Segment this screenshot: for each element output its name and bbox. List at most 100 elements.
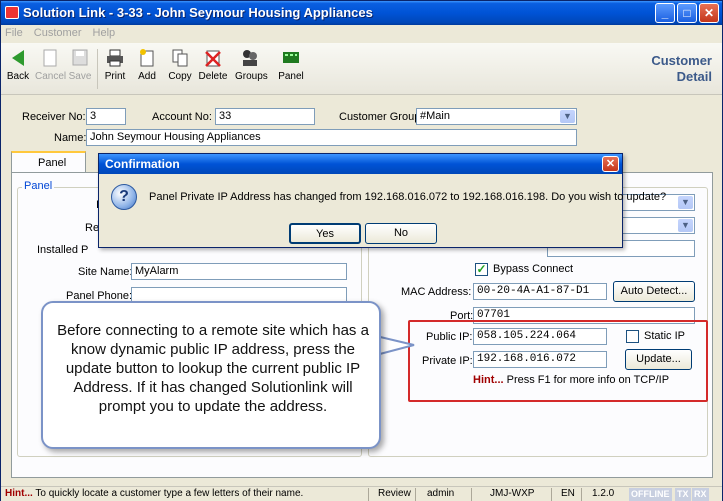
detail-title-line-1: Customer [651,53,712,68]
bypass-connect-checkbox[interactable]: ✓ [475,263,488,276]
customer-group-label: Customer Group: [339,111,424,123]
add-button[interactable]: Add [132,47,162,82]
status-offline-indicator: OFFLINE [629,488,672,501]
tcp-ip-hint-text: Press F1 for more info on TCP/IP [503,374,670,386]
menu-file[interactable]: File [1,25,27,41]
window-title: Solution Link - 3-33 - John Seymour Hous… [23,5,373,20]
dialog-title-bar[interactable]: Confirmation ✕ [99,154,622,174]
toolbar-separator [97,49,98,89]
status-machine: JMJ-WXP [490,488,535,499]
title-bar[interactable]: Solution Link - 3-33 - John Seymour Hous… [1,1,722,25]
callout-text: Before connecting to a remote site which… [57,322,369,415]
print-button[interactable]: Print [100,47,130,82]
back-button[interactable]: Back [3,47,33,82]
printer-icon [107,49,123,67]
no-button[interactable]: No [365,223,437,244]
status-separator [581,488,582,501]
question-icon: ? [111,184,137,210]
mac-address-label: MAC Address: [401,286,472,298]
tcp-ip-hint-bold: Hint... [473,374,504,386]
status-user: admin [427,488,455,499]
customer-group-value: #Main [420,110,450,122]
cancel-button[interactable]: Cancel [35,47,66,82]
add-document-icon [140,49,154,67]
chevron-down-icon[interactable]: ▼ [560,110,575,123]
status-bar: Hint... To quickly locate a customer typ… [1,486,722,501]
dialog-message: Panel Private IP Address has changed fro… [149,191,667,203]
delete-icon [205,50,221,67]
tab-panel-label: Panel [38,157,67,169]
status-version: 1.2.0 [592,488,615,499]
account-input[interactable]: 33 [215,108,315,125]
panel-group-label: Panel [22,180,55,192]
back-label: Back [6,71,30,82]
bypass-connect-label: Bypass Connect [493,263,574,275]
yes-button[interactable]: Yes [289,223,361,244]
app-icon [5,6,19,19]
name-input[interactable]: John Seymour Housing Appliances [86,129,577,146]
receiver-label: Receiver No: [22,111,86,123]
update-button[interactable]: Update... [625,349,692,370]
private-ip-input[interactable]: 192.168.016.072 [473,351,607,368]
dialog-title: Confirmation [105,157,180,171]
check-icon: ✓ [476,262,487,276]
public-ip-input[interactable]: 058.105.224.064 [473,328,607,345]
static-ip-label: Static IP [644,330,685,342]
site-name-input[interactable]: MyAlarm [131,263,347,280]
help-callout: Before connecting to a remote site which… [41,301,381,449]
menu-help[interactable]: Help [89,25,120,41]
tcp-ip-hint: Hint... Press F1 for more info on TCP/IP [473,374,669,386]
copy-button[interactable]: Copy [165,47,195,82]
status-hint-text: To quickly locate a customer type a few … [32,488,304,499]
status-rx-indicator: RX [692,488,709,501]
delete-button[interactable]: Delete [198,47,228,82]
status-separator [471,488,472,501]
groups-label: Groups [235,71,268,82]
confirmation-dialog: Confirmation ✕ ? Panel Private IP Addres… [98,153,666,248]
name-label: Name: [54,132,87,144]
toolbar: Back Cancel Save Print Add Copy Delete G… [1,43,722,95]
minimize-button[interactable]: _ [655,3,675,23]
mac-address-input[interactable]: 00-20-4A-A1-87-D1 [473,283,607,300]
tab-panel[interactable]: Panel [11,151,86,172]
panel-label: Panel [278,71,304,82]
copy-icon [172,49,188,67]
chevron-down-icon[interactable]: ▼ [678,219,693,232]
maximize-button[interactable]: □ [677,3,697,23]
customer-group-select[interactable]: #Main ▼ [416,108,577,125]
chevron-down-icon[interactable]: ▼ [678,196,693,209]
app-window: Solution Link - 3-33 - John Seymour Hous… [0,0,723,501]
save-label: Save [68,71,92,82]
status-hint: Hint... To quickly locate a customer typ… [5,488,303,501]
back-arrow-icon [12,50,24,66]
panel-partial-label-3: Installed P [37,244,89,256]
receiver-input[interactable]: 3 [86,108,126,125]
copy-label: Copy [168,71,192,82]
public-ip-label: Public IP: [426,331,473,343]
detail-title-line-2: Detail [676,69,712,84]
print-label: Print [104,71,126,82]
callout-pointer [376,334,415,357]
panel-partial-label-2: Re [85,222,100,234]
dialog-close-icon[interactable]: ✕ [602,156,619,172]
status-separator [551,488,552,501]
groups-button[interactable]: Groups [235,47,268,82]
static-ip-checkbox[interactable] [626,330,639,343]
add-label: Add [138,71,156,82]
status-tx-indicator: TX [675,488,691,501]
save-button[interactable]: Save [65,47,95,82]
site-name-label: Site Name: [78,266,133,278]
status-review: Review [378,488,411,499]
status-separator [368,488,369,501]
groups-icon [243,50,257,66]
close-button[interactable]: ✕ [699,3,719,23]
menu-customer[interactable]: Customer [30,25,86,41]
menu-bar: File Customer Help [1,25,722,43]
status-separator [415,488,416,501]
delete-label: Delete [198,71,228,82]
panel-icon [283,52,299,63]
panel-button[interactable]: Panel [276,47,306,82]
cancel-document-icon [43,49,57,67]
status-hint-bold: Hint... [5,488,33,499]
auto-detect-button[interactable]: Auto Detect... [613,281,695,302]
